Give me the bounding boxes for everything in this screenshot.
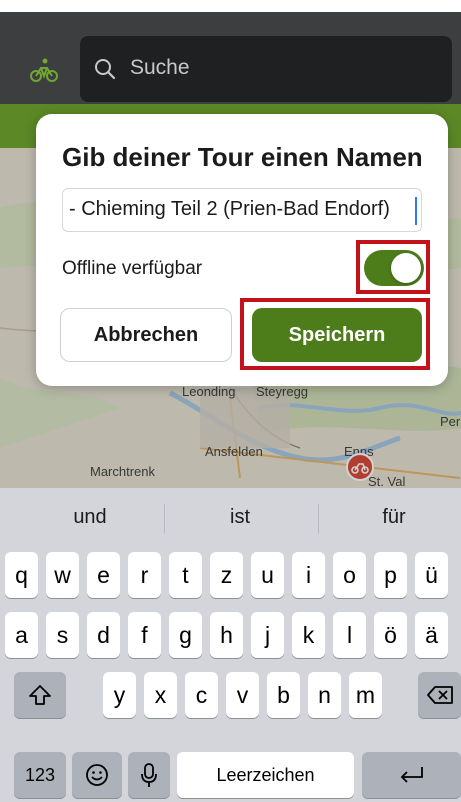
tour-name-value: - Chieming Teil 2 (Prien-Bad Endorf) bbox=[69, 198, 390, 220]
emoji-key[interactable] bbox=[72, 752, 122, 798]
cancel-button[interactable]: Abbrechen bbox=[60, 308, 232, 362]
search-icon bbox=[94, 58, 116, 80]
key[interactable]: y bbox=[103, 672, 136, 718]
key[interactable]: g bbox=[169, 612, 202, 658]
key[interactable]: x bbox=[144, 672, 177, 718]
key[interactable]: k bbox=[292, 612, 325, 658]
key[interactable]: ü bbox=[415, 552, 448, 598]
dialog-title: Gib deiner Tour einen Namen bbox=[62, 142, 423, 172]
key[interactable]: u bbox=[251, 552, 284, 598]
key[interactable]: t bbox=[169, 552, 202, 598]
numbers-key[interactable]: 123 bbox=[14, 752, 66, 798]
suggestion-item[interactable]: für bbox=[324, 506, 461, 529]
search-input[interactable]: Suche bbox=[80, 36, 452, 102]
return-key[interactable] bbox=[362, 752, 461, 798]
key[interactable]: r bbox=[128, 552, 161, 598]
suggestion-item[interactable]: ist bbox=[170, 506, 310, 529]
key[interactable]: s bbox=[46, 612, 79, 658]
suggestion-bar: und ist für bbox=[0, 488, 461, 550]
text-cursor bbox=[415, 197, 417, 225]
space-key[interactable]: Leerzeichen bbox=[177, 752, 354, 798]
key[interactable]: c bbox=[185, 672, 218, 718]
app-header: Suche bbox=[0, 12, 461, 104]
key[interactable]: ä bbox=[415, 612, 448, 658]
status-bar bbox=[0, 0, 461, 12]
key[interactable]: m bbox=[349, 672, 382, 718]
divider bbox=[318, 504, 319, 534]
key[interactable]: l bbox=[333, 612, 366, 658]
offline-label: Offline verfügbar bbox=[62, 258, 203, 279]
key[interactable]: b bbox=[267, 672, 300, 718]
key[interactable]: o bbox=[333, 552, 366, 598]
key[interactable]: j bbox=[251, 612, 284, 658]
key[interactable]: w bbox=[46, 552, 79, 598]
key[interactable]: n bbox=[308, 672, 341, 718]
key[interactable]: f bbox=[128, 612, 161, 658]
key[interactable]: v bbox=[226, 672, 259, 718]
emoji-icon bbox=[86, 764, 108, 786]
key[interactable]: ö bbox=[374, 612, 407, 658]
key[interactable]: z bbox=[210, 552, 243, 598]
key[interactable]: h bbox=[210, 612, 243, 658]
key[interactable]: i bbox=[292, 552, 325, 598]
toggle-highlight-box bbox=[356, 240, 430, 294]
tour-name-input[interactable]: - Chieming Teil 2 (Prien-Bad Endorf) bbox=[62, 188, 422, 232]
key[interactable]: e bbox=[87, 552, 120, 598]
save-highlight-box bbox=[240, 298, 430, 370]
key[interactable]: p bbox=[374, 552, 407, 598]
bike-icon[interactable] bbox=[30, 56, 58, 84]
shift-key[interactable] bbox=[14, 672, 66, 718]
backspace-icon bbox=[426, 686, 453, 704]
suggestion-item[interactable]: und bbox=[20, 506, 160, 529]
dictation-key[interactable] bbox=[128, 752, 170, 798]
microphone-icon bbox=[141, 763, 157, 787]
rename-tour-dialog: Gib deiner Tour einen Namen - Chieming T… bbox=[36, 114, 448, 386]
search-placeholder: Suche bbox=[130, 56, 190, 79]
return-icon bbox=[400, 767, 423, 783]
key[interactable]: d bbox=[87, 612, 120, 658]
keyboard: und ist für q w e r t z u i o p ü a s d … bbox=[0, 488, 461, 802]
divider bbox=[164, 504, 165, 534]
key[interactable]: q bbox=[5, 552, 38, 598]
backspace-key[interactable] bbox=[418, 672, 461, 718]
shift-icon bbox=[29, 685, 51, 705]
key[interactable]: a bbox=[5, 612, 38, 658]
